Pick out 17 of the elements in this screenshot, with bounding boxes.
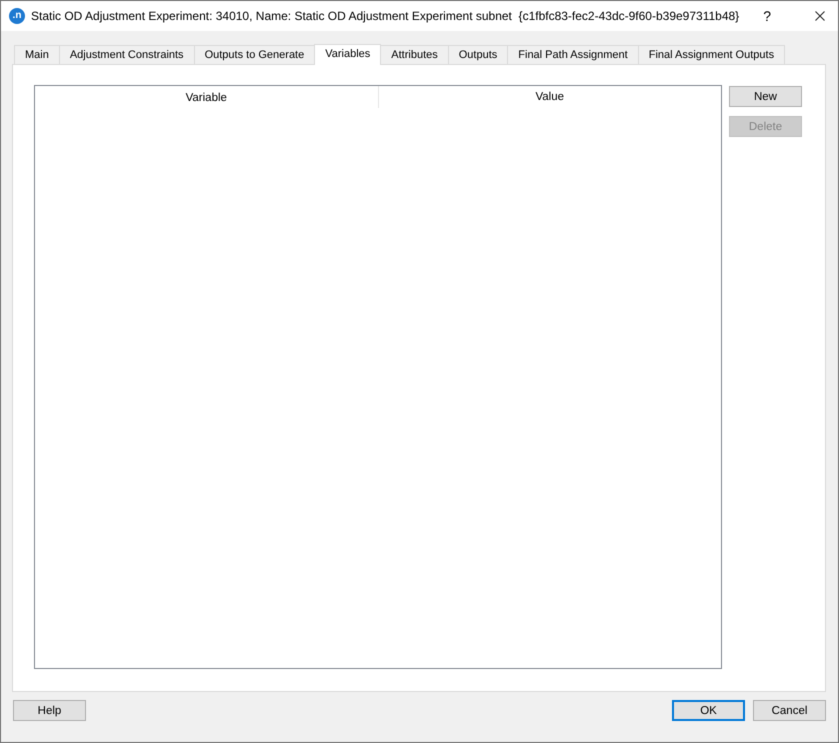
- app-logo: .n: [9, 8, 25, 24]
- help-dialog-button[interactable]: Help: [13, 700, 86, 721]
- dialog-button[interactable]: Cancel: [753, 700, 826, 721]
- window-title: Static OD Adjustment Experiment: 34010, Name: Static OD Adjustment Experiment subnet {c1fbfc83-fec2-43dc-9f60-b39e97311b48}: [31, 9, 740, 23]
- dialog-button[interactable]: OK: [672, 700, 745, 721]
- close-icon[interactable]: [815, 11, 825, 21]
- tab[interactable]: Outputs: [448, 45, 508, 64]
- tab[interactable]: Main: [14, 45, 59, 64]
- help-button[interactable]: ?: [759, 8, 775, 24]
- tab[interactable]: Final Assignment Outputs: [638, 45, 786, 64]
- column-header[interactable]: Value: [378, 86, 721, 108]
- tab[interactable]: Variables: [314, 44, 382, 65]
- action-button[interactable]: New: [729, 86, 802, 107]
- tab[interactable]: Outputs to Generate: [194, 45, 314, 64]
- tab[interactable]: Adjustment Constraints: [58, 45, 194, 64]
- column-header[interactable]: Variable: [35, 86, 378, 109]
- tab[interactable]: Final Path Assignment: [507, 45, 638, 64]
